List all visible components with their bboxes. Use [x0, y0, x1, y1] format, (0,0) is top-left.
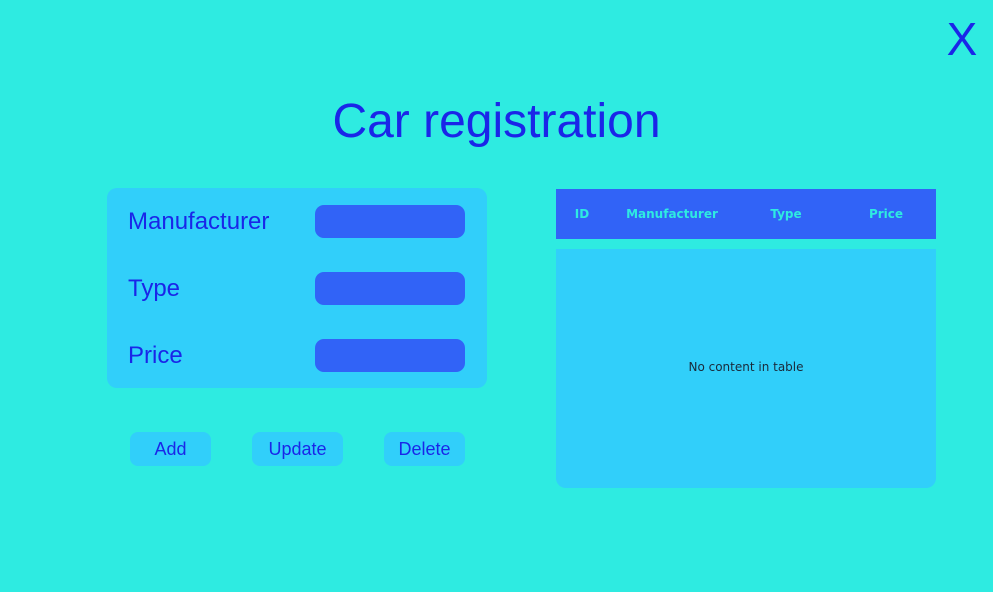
- close-button[interactable]: X: [942, 14, 982, 64]
- table-header: ID Manufacturer Type Price: [556, 189, 936, 239]
- column-header-id[interactable]: ID: [556, 189, 608, 239]
- column-header-type[interactable]: Type: [736, 189, 836, 239]
- close-icon: X: [946, 13, 978, 65]
- add-button[interactable]: Add: [130, 432, 211, 466]
- delete-button[interactable]: Delete: [384, 432, 465, 466]
- price-input[interactable]: [315, 339, 465, 372]
- column-header-manufacturer[interactable]: Manufacturer: [608, 189, 736, 239]
- type-label: Type: [128, 275, 181, 302]
- price-label: Price: [128, 342, 183, 369]
- table-empty-placeholder: No content in table: [688, 360, 804, 374]
- table-header-divider: [556, 239, 936, 249]
- cars-table: ID Manufacturer Type Price No content in…: [556, 189, 936, 488]
- column-header-price[interactable]: Price: [836, 189, 936, 239]
- update-button[interactable]: Update: [252, 432, 343, 466]
- manufacturer-label: Manufacturer: [128, 208, 270, 235]
- type-input[interactable]: [315, 272, 465, 305]
- car-form-panel: Manufacturer Type Price: [107, 188, 487, 388]
- page-title: Car registration: [332, 95, 661, 148]
- manufacturer-input[interactable]: [315, 205, 465, 238]
